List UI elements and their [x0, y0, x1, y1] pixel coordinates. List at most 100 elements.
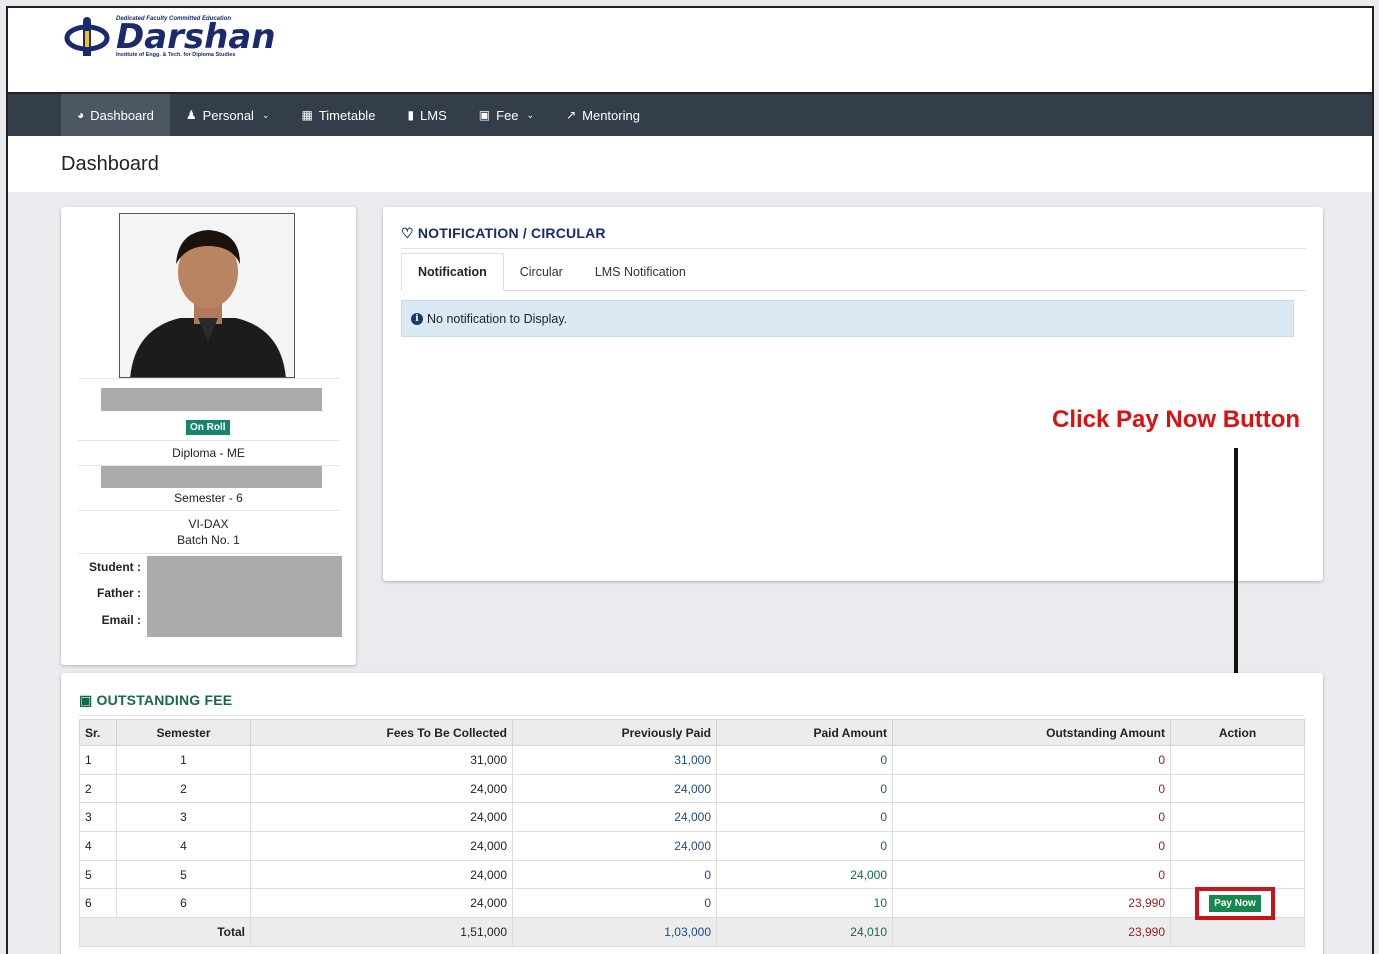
status-badge: On Roll	[186, 420, 230, 435]
nav-label: Mentoring	[582, 107, 640, 123]
student-photo	[119, 213, 295, 378]
nav-dashboard[interactable]: ◕ Dashboard	[61, 94, 170, 136]
email-label: Email :	[101, 613, 141, 627]
nav-lms[interactable]: ▮ LMS	[391, 94, 462, 136]
divider	[78, 440, 339, 441]
browser-frame: Dedicated Faculty Committed Education Da…	[6, 6, 1374, 954]
tab-notification[interactable]: Notification	[401, 253, 504, 291]
tab-circular[interactable]: Circular	[504, 253, 579, 290]
fee-heading: ▣ OUTSTANDING FEE	[79, 692, 233, 708]
col-fees: Fees To Be Collected	[250, 719, 513, 746]
total-row: Total 1,51,000 1,03,000 24,010 23,990	[79, 917, 1305, 947]
divider	[78, 510, 339, 511]
total-outstanding: 23,990	[892, 917, 1171, 947]
redacted-enrollment	[101, 466, 322, 488]
cell-previously-paid: 31,000	[512, 745, 717, 775]
chart-line-icon: ↗	[566, 108, 577, 122]
darshan-logo-icon	[64, 16, 110, 58]
cell-semester: 1	[116, 745, 251, 775]
division-text: VI-DAX	[188, 517, 229, 531]
outstanding-fee-card: ▣ OUTSTANDING FEE Sr. Semester Fees To B…	[61, 673, 1323, 954]
cell-fees: 24,000	[250, 888, 513, 919]
cell-sr: 2	[79, 773, 117, 804]
cell-action	[1170, 773, 1305, 804]
money-icon: ▣	[478, 108, 491, 122]
table-row: 6 6 24,000 0 10 23,990	[79, 888, 1305, 919]
col-action: Action	[1170, 719, 1305, 746]
nav-label: Dashboard	[90, 107, 154, 123]
cell-outstanding: 0	[892, 745, 1171, 775]
col-previously-paid: Previously Paid	[512, 719, 717, 746]
calendar-icon: ▦	[301, 108, 313, 122]
nav-personal[interactable]: ♟ Personal ⌄	[170, 94, 286, 136]
chevron-down-icon: ⌄	[526, 109, 535, 120]
cell-fees: 24,000	[250, 802, 513, 833]
col-sr: Sr.	[79, 719, 117, 746]
col-paid-amount: Paid Amount	[716, 719, 893, 746]
nav-mentoring[interactable]: ↗ Mentoring	[550, 94, 656, 136]
cell-sr: 1	[79, 745, 117, 775]
father-label: Father :	[96, 586, 141, 600]
divider	[78, 378, 339, 379]
nav-fee[interactable]: ▣ Fee ⌄	[463, 94, 550, 136]
fee-table: Sr. Semester Fees To Be Collected Previo…	[79, 719, 1305, 947]
info-icon: i	[411, 312, 423, 325]
table-row: 5 5 24,000 0 24,000 0	[79, 859, 1305, 890]
cell-outstanding: 0	[892, 859, 1171, 890]
bell-icon: ♡	[401, 225, 414, 241]
cell-fees: 24,000	[250, 859, 513, 890]
cell-outstanding: 0	[892, 773, 1171, 804]
cell-fees: 31,000	[250, 745, 513, 775]
cell-action	[1170, 745, 1305, 775]
user-icon: ♟	[185, 108, 197, 122]
pay-now-highlight: Pay Now	[1195, 887, 1275, 920]
cell-paid-amount: 0	[716, 773, 893, 804]
table-row: 2 2 24,000 24,000 0 0	[79, 773, 1305, 804]
cell-semester: 4	[116, 831, 251, 861]
redacted-name	[101, 388, 322, 411]
total-previously-paid: 1,03,000	[512, 917, 717, 947]
notification-tabs: Notification Circular LMS Notification	[401, 253, 1306, 291]
cell-paid-amount: 24,000	[716, 859, 893, 890]
program-text: Diploma - ME	[172, 446, 245, 460]
cell-action	[1170, 859, 1305, 890]
total-action	[1170, 917, 1305, 947]
cell-semester: 6	[116, 888, 251, 919]
table-header-row: Sr. Semester Fees To Be Collected Previo…	[79, 719, 1305, 746]
logo[interactable]: Dedicated Faculty Committed Education Da…	[64, 16, 276, 58]
cell-sr: 6	[79, 888, 117, 919]
nav-timetable[interactable]: ▦ Timetable	[285, 94, 391, 136]
cell-previously-paid: 24,000	[512, 802, 717, 833]
divider	[78, 553, 339, 554]
cell-action	[1170, 802, 1305, 833]
cell-outstanding: 0	[892, 802, 1171, 833]
header: Dedicated Faculty Committed Education Da…	[8, 8, 1372, 94]
cell-paid-amount: 0	[716, 802, 893, 833]
cell-sr: 3	[79, 802, 117, 833]
annotation-instruction: Click Pay Now Button	[1052, 406, 1301, 433]
cell-sr: 4	[79, 831, 117, 861]
col-semester: Semester	[116, 719, 251, 746]
table-row: 1 1 31,000 31,000 0 0	[79, 745, 1305, 775]
cell-semester: 5	[116, 859, 251, 890]
profile-card: On Roll Diploma - ME Semester - 6 VI-DAX…	[61, 207, 356, 665]
cell-previously-paid: 0	[512, 859, 717, 890]
semester-text: Semester - 6	[174, 491, 243, 505]
cell-semester: 2	[116, 773, 251, 804]
cell-previously-paid: 0	[512, 888, 717, 919]
redacted-contact	[147, 556, 342, 637]
pay-now-button[interactable]: Pay Now	[1209, 895, 1261, 912]
cell-outstanding: 23,990	[892, 888, 1171, 919]
notification-heading: ♡ NOTIFICATION / CIRCULAR	[401, 225, 606, 241]
page-title: Dashboard	[61, 153, 159, 175]
nav-label: Timetable	[318, 107, 376, 123]
tab-lms-notification[interactable]: LMS Notification	[579, 253, 702, 290]
cell-sr: 5	[79, 859, 117, 890]
alert-message: No notification to Display.	[427, 311, 568, 326]
brand-name: Darshan	[116, 17, 276, 57]
cell-previously-paid: 24,000	[512, 831, 717, 861]
nav-label: LMS	[420, 107, 447, 123]
cell-outstanding: 0	[892, 831, 1171, 861]
nav-label: Fee	[496, 107, 519, 123]
total-paid-amount: 24,010	[716, 917, 893, 947]
